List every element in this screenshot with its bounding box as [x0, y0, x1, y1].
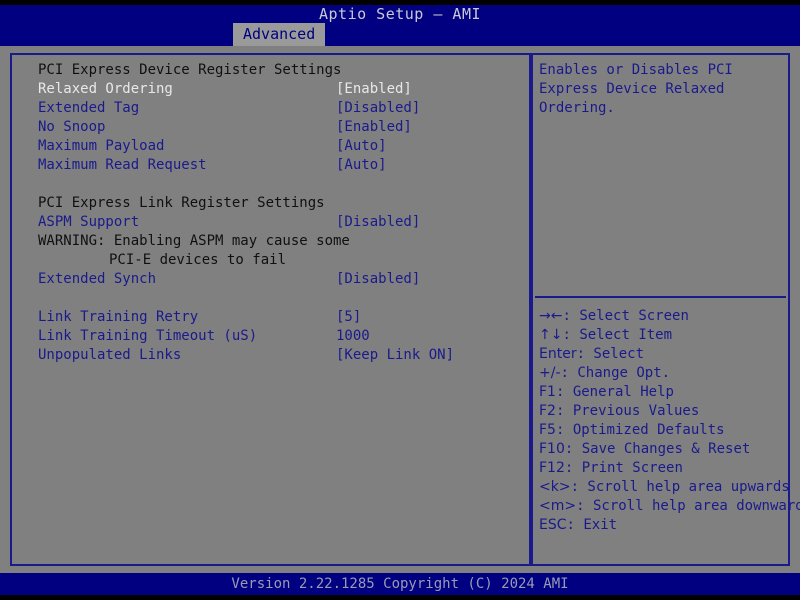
help-divider [535, 296, 786, 298]
setting-label: Unpopulated Links [38, 347, 182, 363]
legend-key: ESC [539, 517, 567, 533]
page-title: Aptio Setup – AMI [318, 5, 482, 23]
legend-key: Enter [539, 346, 577, 362]
setting-label: ASPM Support [38, 214, 140, 230]
legend-row: F12: Print Screen [539, 459, 787, 478]
setting-value[interactable]: [Enabled] [336, 118, 412, 137]
setting-value[interactable]: [Auto] [336, 137, 387, 156]
help-panel: Enables or Disables PCI Express Device Re… [531, 53, 800, 566]
settings-panel: PCI Express Device Register Settings Rela… [10, 53, 531, 566]
setting-value[interactable]: [Disabled] [336, 270, 420, 289]
legend-action: : Scroll help area upwards [570, 479, 790, 495]
help-line: Enables or Disables PCI [539, 62, 733, 78]
legend-key: ↑↓ [539, 327, 563, 343]
setting-row[interactable]: No Snoop [Enabled] [26, 118, 521, 137]
setting-row[interactable]: Maximum Payload [Auto] [26, 137, 521, 156]
setting-row[interactable]: Extended Synch [Disabled] [26, 270, 521, 289]
setting-row[interactable]: Maximum Read Request [Auto] [26, 156, 521, 175]
legend-key: F2 [539, 403, 556, 419]
legend-key: +/- [539, 365, 561, 381]
setting-row[interactable]: Relaxed Ordering [Enabled] [26, 80, 521, 99]
setting-label: PCI Express Device Register Settings [38, 62, 342, 78]
legend-action: : Select [576, 346, 645, 362]
legend-key: F1 [539, 384, 556, 400]
key-legend: →←: Select Screen ↑↓: Select Item Enter: S… [539, 307, 800, 535]
legend-action: : Print Screen [564, 460, 683, 476]
legend-row: →←: Select Screen [539, 307, 787, 326]
setting-value[interactable]: [Disabled] [336, 213, 420, 232]
legend-row: Enter: Select [539, 345, 787, 364]
setting-row[interactable]: ASPM Support [Disabled] [26, 213, 521, 232]
bios-setup-screen: Aptio Setup – AMI Advanced PCI Express D… [0, 0, 800, 600]
help-line: Ordering. [539, 100, 615, 116]
legend-row: ESC: Exit [539, 516, 787, 535]
setting-label: No Snoop [38, 119, 106, 135]
legend-row: <k>: Scroll help area upwards [539, 478, 790, 497]
setting-value[interactable]: [Keep Link ON] [336, 346, 454, 365]
settings-list: PCI Express Device Register Settings Rela… [26, 61, 521, 365]
legend-action: : Change Opt. [560, 365, 671, 381]
legend-key: →← [539, 308, 563, 324]
version-string: Version 2.22.1285 Copyright (C) 2024 AMI [231, 576, 569, 592]
setting-value[interactable]: [Enabled] [336, 80, 412, 99]
setting-value[interactable]: 1000 [336, 327, 370, 346]
row-spacer [26, 289, 521, 308]
legend-key: F12 [539, 460, 565, 476]
setting-value[interactable]: [Auto] [336, 156, 387, 175]
setting-label: Extended Synch [38, 271, 157, 287]
legend-action: : Select Item [562, 327, 673, 343]
setting-row[interactable]: Unpopulated Links [Keep Link ON] [26, 346, 521, 365]
setting-label: PCI Express Link Register Settings [38, 195, 325, 211]
row-spacer [26, 175, 521, 194]
legend-action: : Previous Values [555, 403, 700, 419]
legend-row: F2: Previous Values [539, 402, 787, 421]
legend-row: F10: Save Changes & Reset [539, 440, 787, 459]
setting-row[interactable]: Extended Tag [Disabled] [26, 99, 521, 118]
setting-row[interactable]: Link Training Retry [5] [26, 308, 521, 327]
setting-label: Maximum Read Request [38, 157, 207, 173]
legend-row: F1: General Help [539, 383, 787, 402]
setting-label: Relaxed Ordering [38, 81, 173, 97]
section-header: PCI Express Device Register Settings [26, 61, 521, 80]
tab-advanced[interactable]: Advanced [233, 23, 326, 46]
legend-row: <m>: Scroll help area downwards [539, 497, 800, 516]
setting-label: WARNING: Enabling ASPM may cause some [38, 233, 350, 249]
help-line: Express Device Relaxed [539, 81, 725, 97]
legend-row: ↑↓: Select Item [539, 326, 787, 345]
legend-action: : Exit [566, 517, 618, 533]
setting-label: PCI-E devices to fail [109, 252, 287, 268]
warning-note: PCI-E devices to fail [26, 251, 521, 270]
tab-strip: Advanced [0, 23, 800, 46]
setting-label: Maximum Payload [38, 138, 165, 154]
setting-label: Extended Tag [38, 100, 140, 116]
legend-action: : General Help [555, 384, 674, 400]
legend-key: F10 [539, 441, 565, 457]
legend-row: +/-: Change Opt. [539, 364, 787, 383]
setting-row[interactable]: Link Training Timeout (uS) 1000 [26, 327, 521, 346]
legend-action: : Save Changes & Reset [564, 441, 751, 457]
legend-action: : Scroll help area downwards [576, 498, 800, 514]
help-description: Enables or Disables PCI Express Device Re… [539, 61, 783, 118]
setting-label: Link Training Retry [38, 309, 199, 325]
setting-value[interactable]: [5] [336, 308, 361, 327]
legend-key: <m> [539, 498, 577, 514]
legend-action: : Select Screen [562, 308, 689, 324]
legend-row: F5: Optimized Defaults [539, 421, 787, 440]
legend-key: F5 [539, 422, 556, 438]
setting-label: Link Training Timeout (uS) [38, 328, 258, 344]
legend-key: <k> [539, 479, 571, 495]
warning-note: WARNING: Enabling ASPM may cause some [26, 232, 521, 251]
section-header: PCI Express Link Register Settings [26, 194, 521, 213]
setting-value[interactable]: [Disabled] [336, 99, 420, 118]
legend-action: : Optimized Defaults [555, 422, 725, 438]
